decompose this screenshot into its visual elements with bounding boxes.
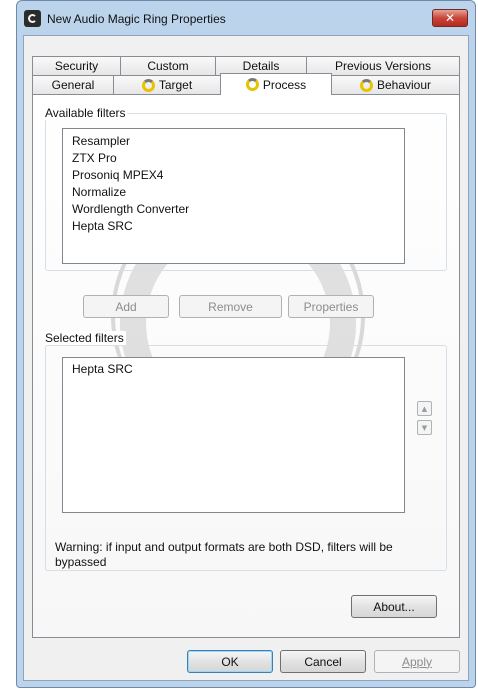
list-item[interactable]: Hepta SRC: [63, 218, 404, 235]
move-down-button[interactable]: ▼: [417, 420, 432, 435]
tab-custom[interactable]: Custom: [120, 56, 216, 75]
about-button[interactable]: About...: [351, 595, 437, 618]
tab-general[interactable]: General: [32, 75, 114, 94]
selected-filters-list[interactable]: Hepta SRC: [62, 357, 405, 513]
tab-label: Process: [262, 77, 307, 92]
list-item[interactable]: Wordlength Converter: [63, 201, 404, 218]
tab-process[interactable]: Process: [220, 73, 332, 95]
ring-icon: [245, 78, 259, 91]
list-item[interactable]: Resampler: [63, 133, 404, 150]
selected-filters-label: Selected filters: [45, 331, 126, 345]
cancel-button[interactable]: Cancel: [280, 650, 366, 673]
list-item[interactable]: Prosoniq MPEX4: [63, 167, 404, 184]
app-ring-icon: [24, 10, 41, 27]
tab-label: Behaviour: [376, 78, 432, 92]
ring-icon: [359, 78, 373, 92]
list-item[interactable]: ZTX Pro: [63, 150, 404, 167]
ring-icon: [141, 78, 155, 92]
process-tab-panel: Available filters Resampler ZTX Pro Pros…: [32, 94, 460, 638]
tab-security[interactable]: Security: [32, 56, 121, 75]
window-title: New Audio Magic Ring Properties: [47, 12, 226, 26]
tab-label: Details: [242, 59, 280, 73]
remove-button[interactable]: Remove: [179, 295, 282, 318]
list-item[interactable]: Normalize: [63, 184, 404, 201]
available-filters-label: Available filters: [45, 106, 128, 120]
dialog-client-area: Security Custom Details Previous Version…: [23, 35, 469, 681]
tab-behaviour[interactable]: Behaviour: [331, 75, 460, 94]
add-button[interactable]: Add: [83, 295, 169, 318]
tab-label: Target: [158, 78, 193, 92]
tab-label: Previous Versions: [334, 59, 432, 73]
available-filters-list[interactable]: Resampler ZTX Pro Prosoniq MPEX4 Normali…: [62, 128, 405, 264]
arrow-down-icon: ▼: [421, 423, 428, 432]
ok-button[interactable]: OK: [187, 650, 273, 673]
properties-button[interactable]: Properties: [288, 295, 374, 318]
dsd-warning-text: Warning: if input and output formats are…: [55, 540, 393, 569]
arrow-up-icon: ▲: [421, 404, 428, 413]
tab-label: General: [51, 78, 95, 92]
tab-label: Custom: [147, 59, 189, 73]
properties-window: New Audio Magic Ring Properties ✕ Securi…: [16, 0, 476, 688]
tab-target[interactable]: Target: [113, 75, 221, 94]
list-item[interactable]: Hepta SRC: [63, 361, 404, 378]
move-up-button[interactable]: ▲: [417, 401, 432, 416]
apply-button[interactable]: Apply: [374, 650, 460, 673]
tab-label: Security: [54, 59, 99, 73]
close-button[interactable]: ✕: [432, 9, 468, 27]
